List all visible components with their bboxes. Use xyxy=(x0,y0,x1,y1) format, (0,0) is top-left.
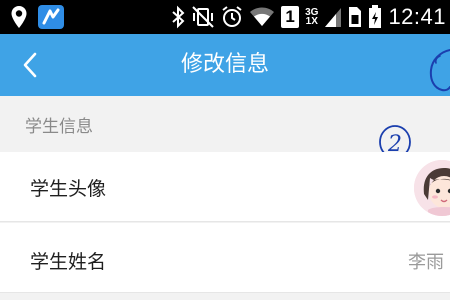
status-bar: 1 3G 1X 12:41 xyxy=(0,0,450,34)
network-type-indicator: 3G 1X xyxy=(305,8,318,27)
student-avatar-label: 学生头像 xyxy=(30,178,107,200)
battery-icon xyxy=(369,5,382,28)
section-title: 学生信息 xyxy=(25,117,93,137)
handwritten-annotation-mark xyxy=(429,49,450,92)
status-bar-right: 1 3G 1X 12:41 xyxy=(171,3,446,31)
wifi-icon xyxy=(250,7,275,26)
alarm-clock-icon xyxy=(222,6,242,27)
phone-screen: 1 3G 1X 12:41 修改信息 学生信息 2 学生头像 学生姓名 李雨 xyxy=(0,0,450,300)
app-notification-icon xyxy=(38,5,64,29)
vibrate-mute-icon xyxy=(192,6,214,28)
network-type-bottom: 1X xyxy=(305,16,318,27)
location-pin-icon xyxy=(11,6,27,28)
status-bar-left xyxy=(10,5,64,29)
list-bottom-spacer xyxy=(0,293,450,300)
app-header: 修改信息 xyxy=(0,34,450,96)
student-avatar-row[interactable]: 学生头像 xyxy=(0,152,450,222)
back-button[interactable] xyxy=(14,48,48,82)
page-title: 修改信息 xyxy=(180,52,269,77)
student-name-row[interactable]: 学生姓名 xyxy=(0,223,450,293)
student-name-value: 李雨 xyxy=(408,252,444,273)
signal-strength-icon xyxy=(325,8,342,27)
clock-time: 12:41 xyxy=(388,4,446,29)
sim-slot-badge: 1 xyxy=(281,6,300,28)
sim-card-icon xyxy=(349,7,362,27)
student-name-label: 学生姓名 xyxy=(30,251,107,273)
bluetooth-icon xyxy=(172,5,185,29)
chevron-left-icon xyxy=(23,52,37,78)
